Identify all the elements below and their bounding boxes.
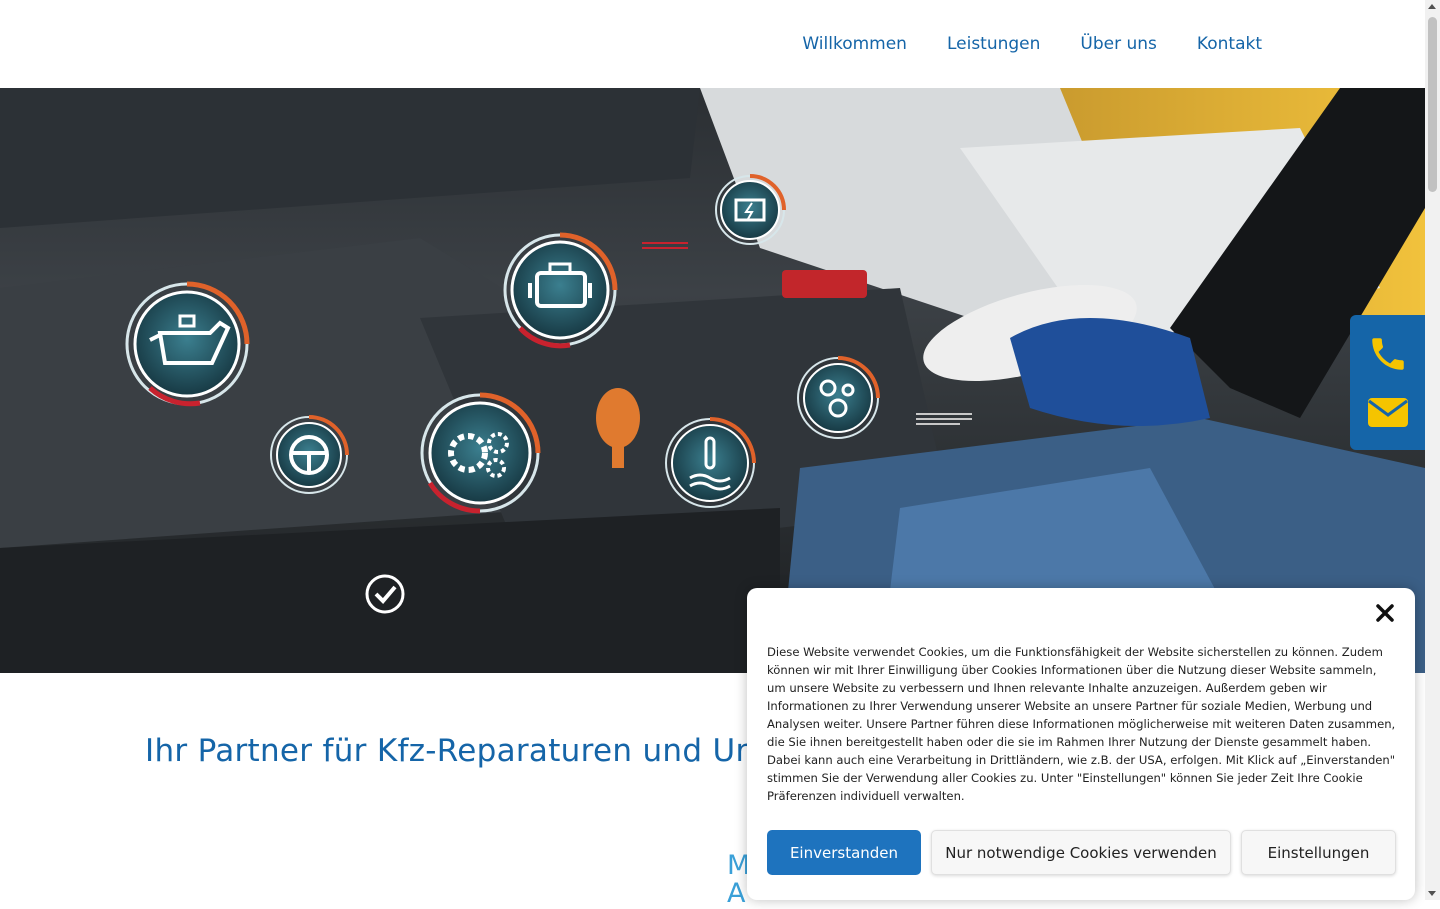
oil-can-icon [125,281,250,407]
hero-image [0,88,1425,673]
steering-wheel-icon [270,415,349,494]
scroll-up-arrow-icon[interactable] [1428,4,1436,9]
coolant-temperature-icon [665,417,756,508]
battery-icon [715,174,786,245]
nav-item-leistungen[interactable]: Leistungen [947,34,1040,54]
main-navigation: Willkommen Leistungen Über uns Kontakt [802,0,1262,88]
floating-contact-widget [1350,315,1425,450]
nav-item-kontakt[interactable]: Kontakt [1197,34,1262,54]
close-icon[interactable] [1375,603,1395,623]
cookie-settings-button[interactable]: Einstellungen [1241,830,1396,875]
scrollbar-thumb[interactable] [1428,17,1437,192]
accept-cookies-button[interactable]: Einverstanden [767,830,921,875]
nav-item-willkommen[interactable]: Willkommen [802,34,907,54]
cookie-consent-banner: Diese Website verwendet Cookies, um die … [747,588,1415,900]
belt-pulley-icon [797,356,880,439]
engine-icon [503,232,618,349]
page-headline: Ihr Partner für Kfz-Reparaturen und Unt [145,733,768,769]
page-scrollbar[interactable] [1425,0,1440,900]
phone-icon[interactable] [1366,332,1410,376]
hero-engine-illustration [0,88,1425,673]
nav-item-ueber-uns[interactable]: Über uns [1080,34,1157,54]
envelope-icon[interactable] [1366,390,1410,434]
cookie-consent-text: Diese Website verwendet Cookies, um die … [767,645,1396,803]
gears-icon [420,392,541,514]
site-header: Willkommen Leistungen Über uns Kontakt [0,0,1425,88]
scroll-down-arrow-icon[interactable] [1428,891,1436,896]
necessary-cookies-button[interactable]: Nur notwendige Cookies verwenden [931,830,1231,875]
